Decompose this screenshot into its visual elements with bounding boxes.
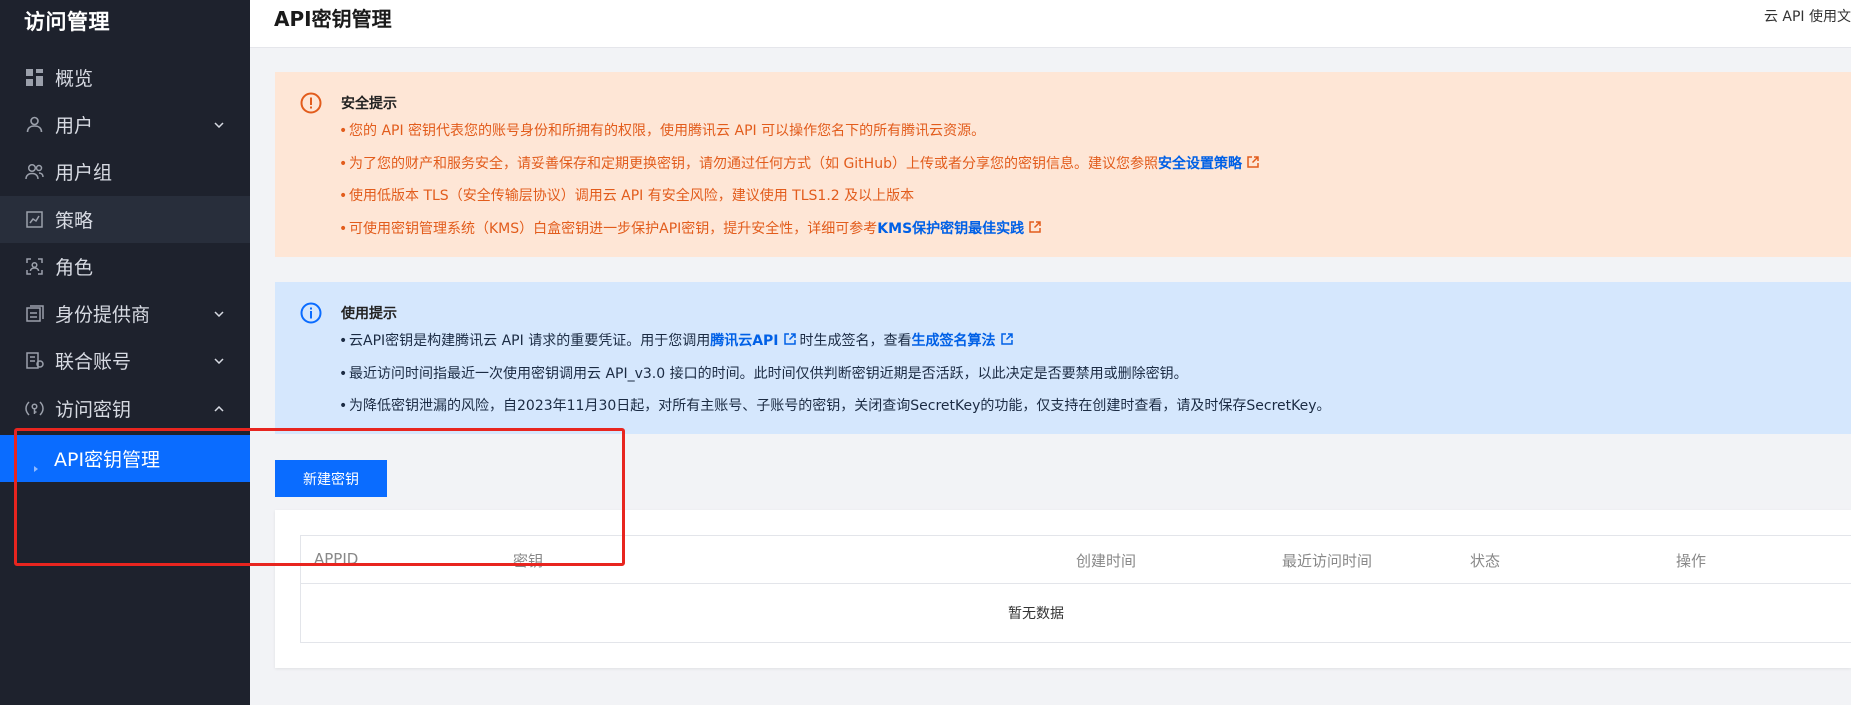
federated-account-icon (25, 351, 44, 370)
sidebar-item-label: 联合账号 (55, 351, 132, 373)
chevron-down-icon (213, 119, 225, 131)
page-header: API密钥管理 云 API 使用文 (250, 0, 1851, 48)
sidebar-item-access-keys[interactable]: 访问密钥 (0, 385, 250, 432)
policy-icon (25, 210, 44, 229)
security-alert: 安全提示 • 您的 API 密钥代表您的账号身份和所拥有的权限，使用腾讯云 API… (275, 72, 1851, 257)
alert-title: 使用提示 (341, 306, 397, 322)
user-group-icon (25, 162, 44, 181)
sidebar-item-label: 概览 (55, 68, 94, 90)
sidebar-item-label: 用户 (55, 115, 94, 137)
alert-list: • 云API密钥是构建腾讯云 API 请求的重要凭证。用于您调用 腾讯云API 时生成… (339, 330, 1331, 428)
sidebar-item-user-groups[interactable]: 用户组 (0, 148, 250, 195)
column-header-appid: APPID (314, 550, 359, 568)
api-docs-link[interactable]: 云 API 使用文 (1764, 6, 1851, 26)
new-key-button[interactable]: 新建密钥 (275, 460, 387, 497)
list-item: • 可使用密钥管理系统（KMS）白盒密钥进一步保护API密钥，提升安全性，详细可参… (339, 218, 1259, 251)
sidebar-subitem-api-key-management[interactable]: API密钥管理 (0, 435, 250, 482)
sidebar-item-federated-accounts[interactable]: 联合账号 (0, 337, 250, 384)
sidebar-title: 访问管理 (24, 10, 110, 34)
chevron-down-icon (213, 308, 225, 320)
chevron-down-icon (213, 355, 225, 367)
external-link-icon (1247, 153, 1259, 168)
column-header-key: 密钥 (513, 552, 544, 570)
column-header-status: 状态 (1470, 552, 1501, 570)
sidebar-item-label: 身份提供商 (55, 304, 151, 326)
alert-list: • 您的 API 密钥代表您的账号身份和所拥有的权限，使用腾讯云 API 可以操作… (339, 120, 1259, 250)
sidebar-item-overview[interactable]: 概览 (0, 54, 250, 101)
list-item: • 为了您的财产和服务安全，请妥善保存和定期更换密钥，请勿通过任何方式（如 Git… (339, 153, 1259, 186)
sidebar-item-users[interactable]: 用户 (0, 101, 250, 148)
warning-icon (300, 92, 322, 114)
column-header-actions: 操作 (1676, 552, 1707, 570)
security-policy-link[interactable]: 安全设置策略 (1158, 153, 1242, 175)
info-icon (300, 302, 322, 324)
chevron-up-icon (213, 403, 225, 415)
usage-alert: 使用提示 • 云API密钥是构建腾讯云 API 请求的重要凭证。用于您调用 腾讯云A… (275, 282, 1851, 434)
sidebar-item-policies[interactable]: 策略 (0, 196, 250, 243)
page-title: API密钥管理 (274, 7, 392, 31)
kms-best-practice-link[interactable]: KMS保护密钥最佳实践 (877, 218, 1024, 240)
sidebar-item-roles[interactable]: 角色 (0, 243, 250, 290)
sidebar: 访问管理 概览 用户 用户组 策略 角色 身份提供商 联合账号 访问密钥 API… (0, 0, 250, 705)
sidebar-item-label: 访问密钥 (55, 399, 132, 421)
table-header: APPID 密钥 创建时间 最近访问时间 状态 操作 (301, 536, 1851, 584)
identity-provider-icon (25, 304, 44, 323)
caret-right-icon (34, 455, 38, 472)
grid-icon (25, 68, 44, 87)
signature-algorithm-link[interactable]: 生成签名算法 (912, 330, 996, 352)
tencent-cloud-api-link[interactable]: 腾讯云API (710, 330, 778, 352)
sidebar-item-label: 用户组 (55, 162, 113, 184)
role-icon (25, 257, 44, 276)
sidebar-item-label: 策略 (55, 210, 94, 232)
list-item: • 您的 API 密钥代表您的账号身份和所拥有的权限，使用腾讯云 API 可以操作… (339, 123, 986, 139)
list-item: • 最近访问时间指最近一次使用密钥调用云 API_v3.0 接口的时间。此时间仅供… (339, 365, 1188, 382)
sidebar-item-identity-providers[interactable]: 身份提供商 (0, 290, 250, 337)
sidebar-item-label: 角色 (55, 257, 94, 279)
external-link-icon (1000, 330, 1013, 345)
list-item: • 云API密钥是构建腾讯云 API 请求的重要凭证。用于您调用 腾讯云API 时生成… (339, 330, 1331, 363)
empty-state: 暂无数据 (1008, 606, 1064, 622)
external-link-icon (1029, 218, 1041, 233)
column-header-last-access-time: 最近访问时间 (1282, 552, 1373, 570)
list-item: • 使用低版本 TLS（安全传输层协议）调用云 API 有安全风险，建议使用 TL… (339, 188, 915, 204)
sidebar-subitem-label: API密钥管理 (54, 449, 161, 471)
list-item: • 为降低密钥泄漏的风险，自2023年11月30日起，对所有主账号、子账号的密钥，… (339, 398, 1331, 414)
user-icon (25, 115, 44, 134)
access-key-icon (25, 399, 44, 418)
api-key-table: APPID 密钥 创建时间 最近访问时间 状态 操作 暂无数据 (300, 535, 1851, 643)
api-key-table-card: APPID 密钥 创建时间 最近访问时间 状态 操作 暂无数据 (275, 510, 1851, 668)
external-link-icon (783, 330, 796, 345)
alert-title: 安全提示 (341, 96, 397, 112)
column-header-created-time: 创建时间 (1076, 552, 1137, 570)
